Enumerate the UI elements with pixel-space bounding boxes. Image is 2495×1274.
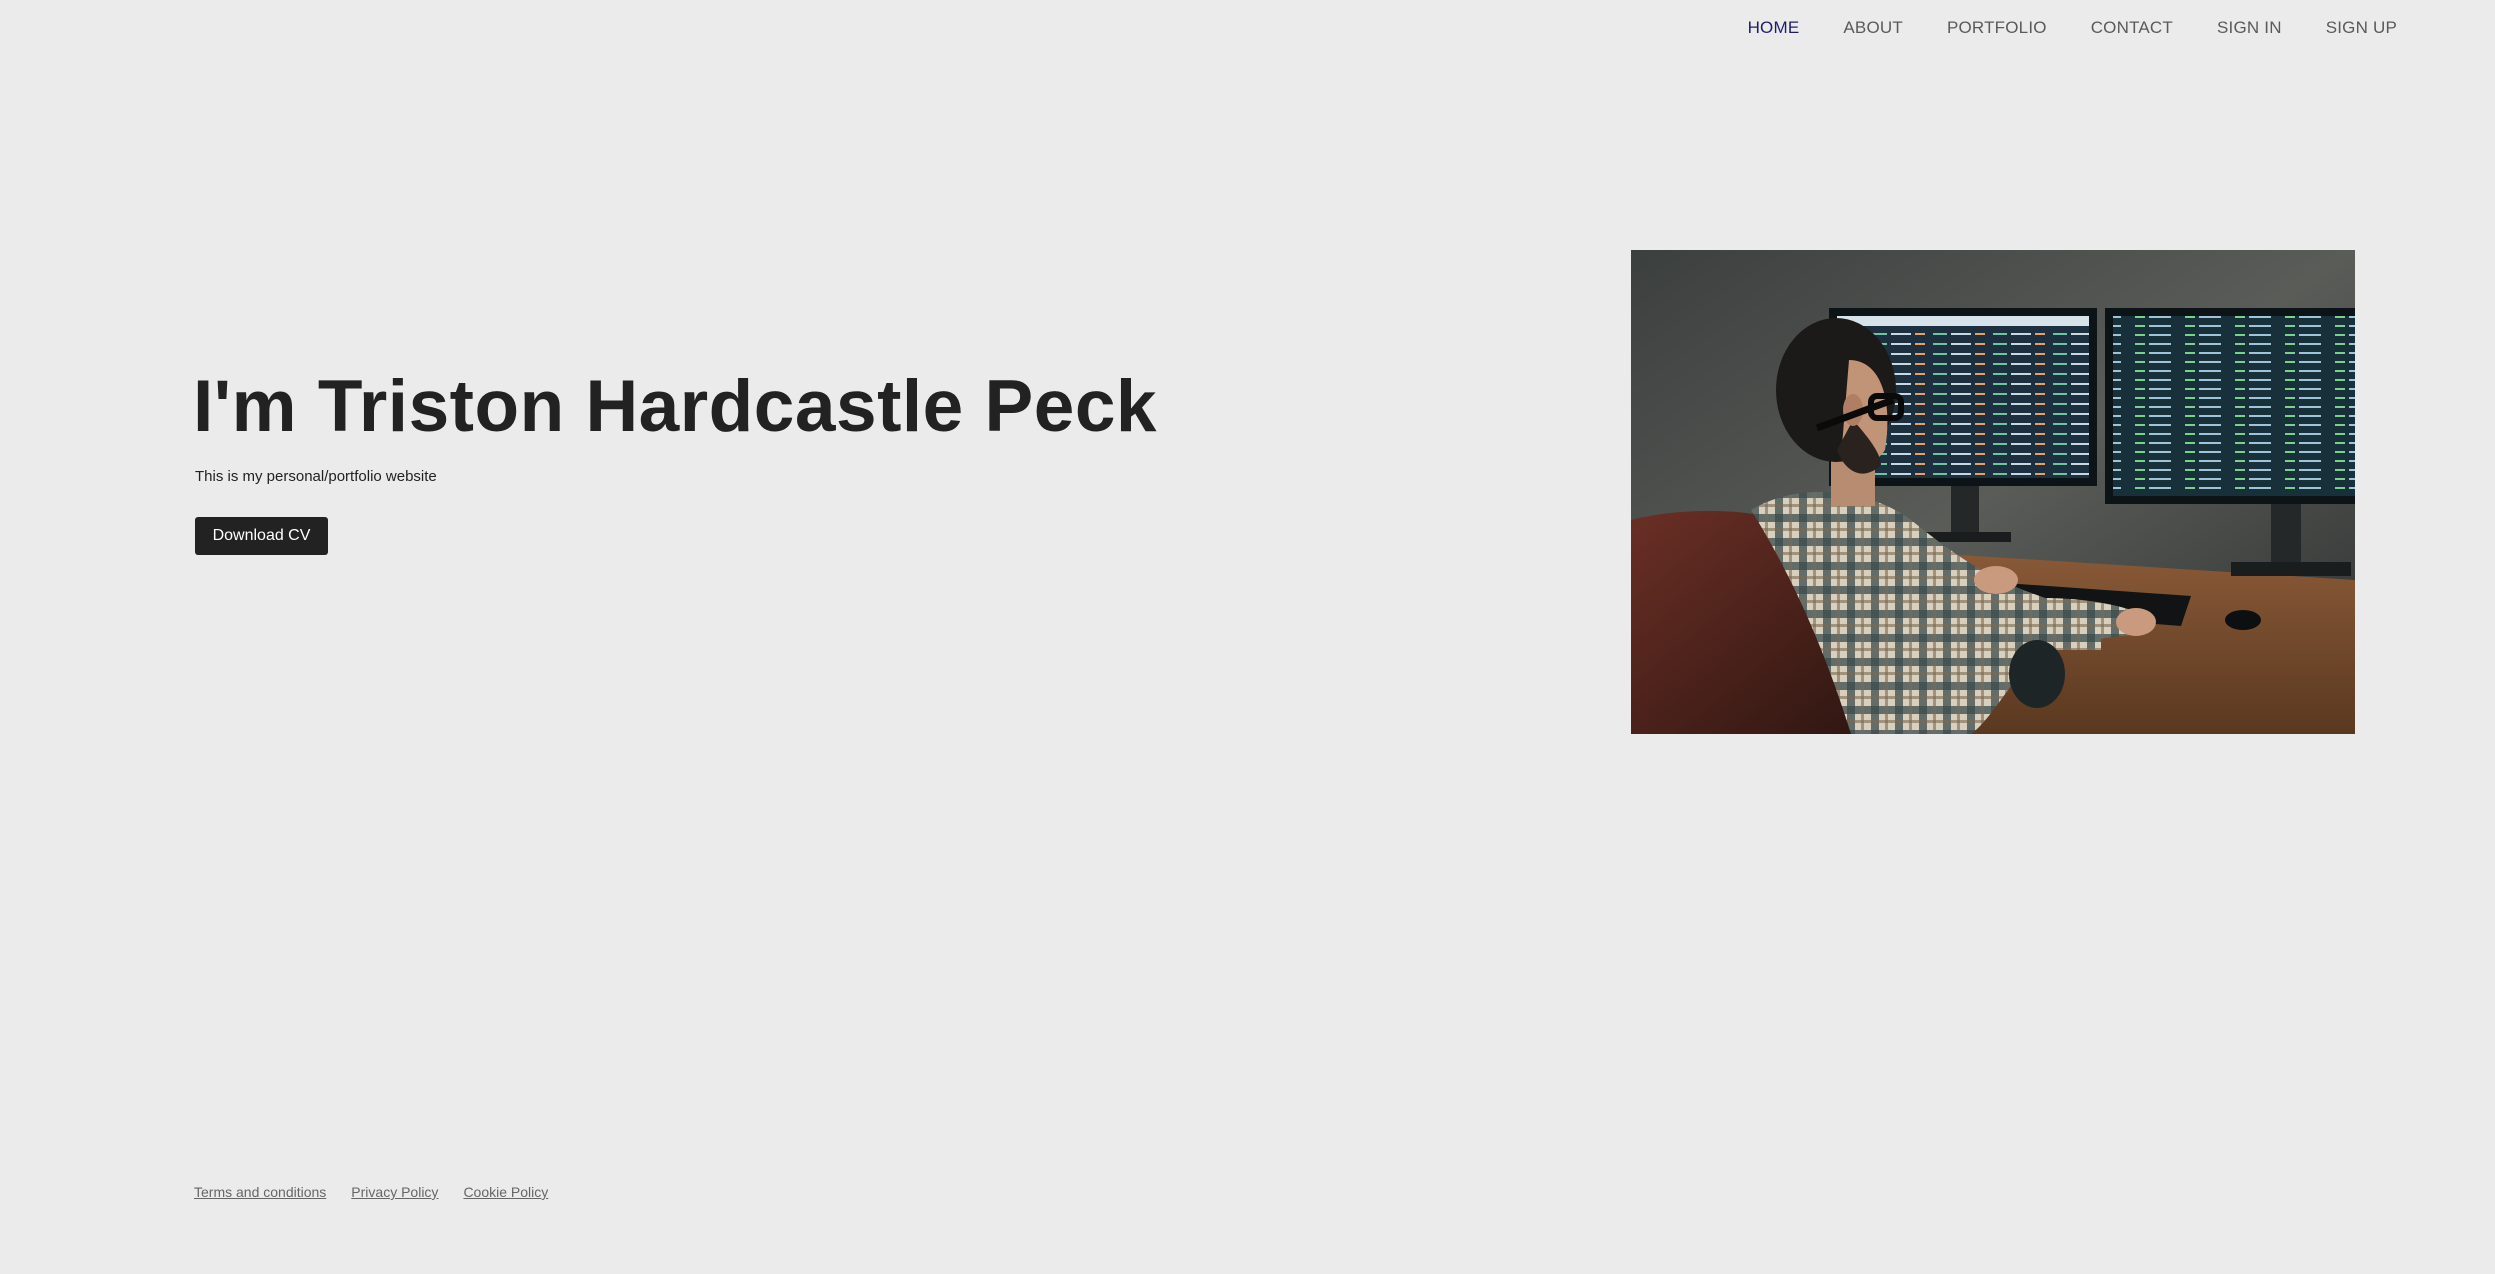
download-cv-button[interactable]: Download CV	[195, 517, 328, 555]
nav-item-contact[interactable]: CONTACT	[2091, 18, 2173, 38]
hero-title: I'm Triston Hardcastle Peck	[193, 366, 1158, 447]
footer-link-privacy[interactable]: Privacy Policy	[351, 1184, 438, 1200]
developer-at-desk-photo	[1631, 250, 2355, 734]
nav-item-portfolio[interactable]: PORTFOLIO	[1947, 18, 2047, 38]
nav-item-home[interactable]: HOME	[1748, 18, 1800, 38]
page: HOME ABOUT PORTFOLIO CONTACT SIGN IN SIG…	[0, 0, 2495, 1274]
nav-item-about[interactable]: ABOUT	[1843, 18, 1903, 38]
footer: Terms and conditions Privacy Policy Cook…	[194, 1184, 573, 1200]
nav-item-sign-up[interactable]: SIGN UP	[2326, 18, 2397, 38]
nav-item-sign-in[interactable]: SIGN IN	[2217, 18, 2282, 38]
footer-link-cookie[interactable]: Cookie Policy	[463, 1184, 548, 1200]
footer-link-terms[interactable]: Terms and conditions	[194, 1184, 326, 1200]
hero-subtitle: This is my personal/portfolio website	[195, 468, 437, 485]
top-nav: HOME ABOUT PORTFOLIO CONTACT SIGN IN SIG…	[1704, 18, 2397, 38]
hero-photo	[1631, 250, 2355, 734]
